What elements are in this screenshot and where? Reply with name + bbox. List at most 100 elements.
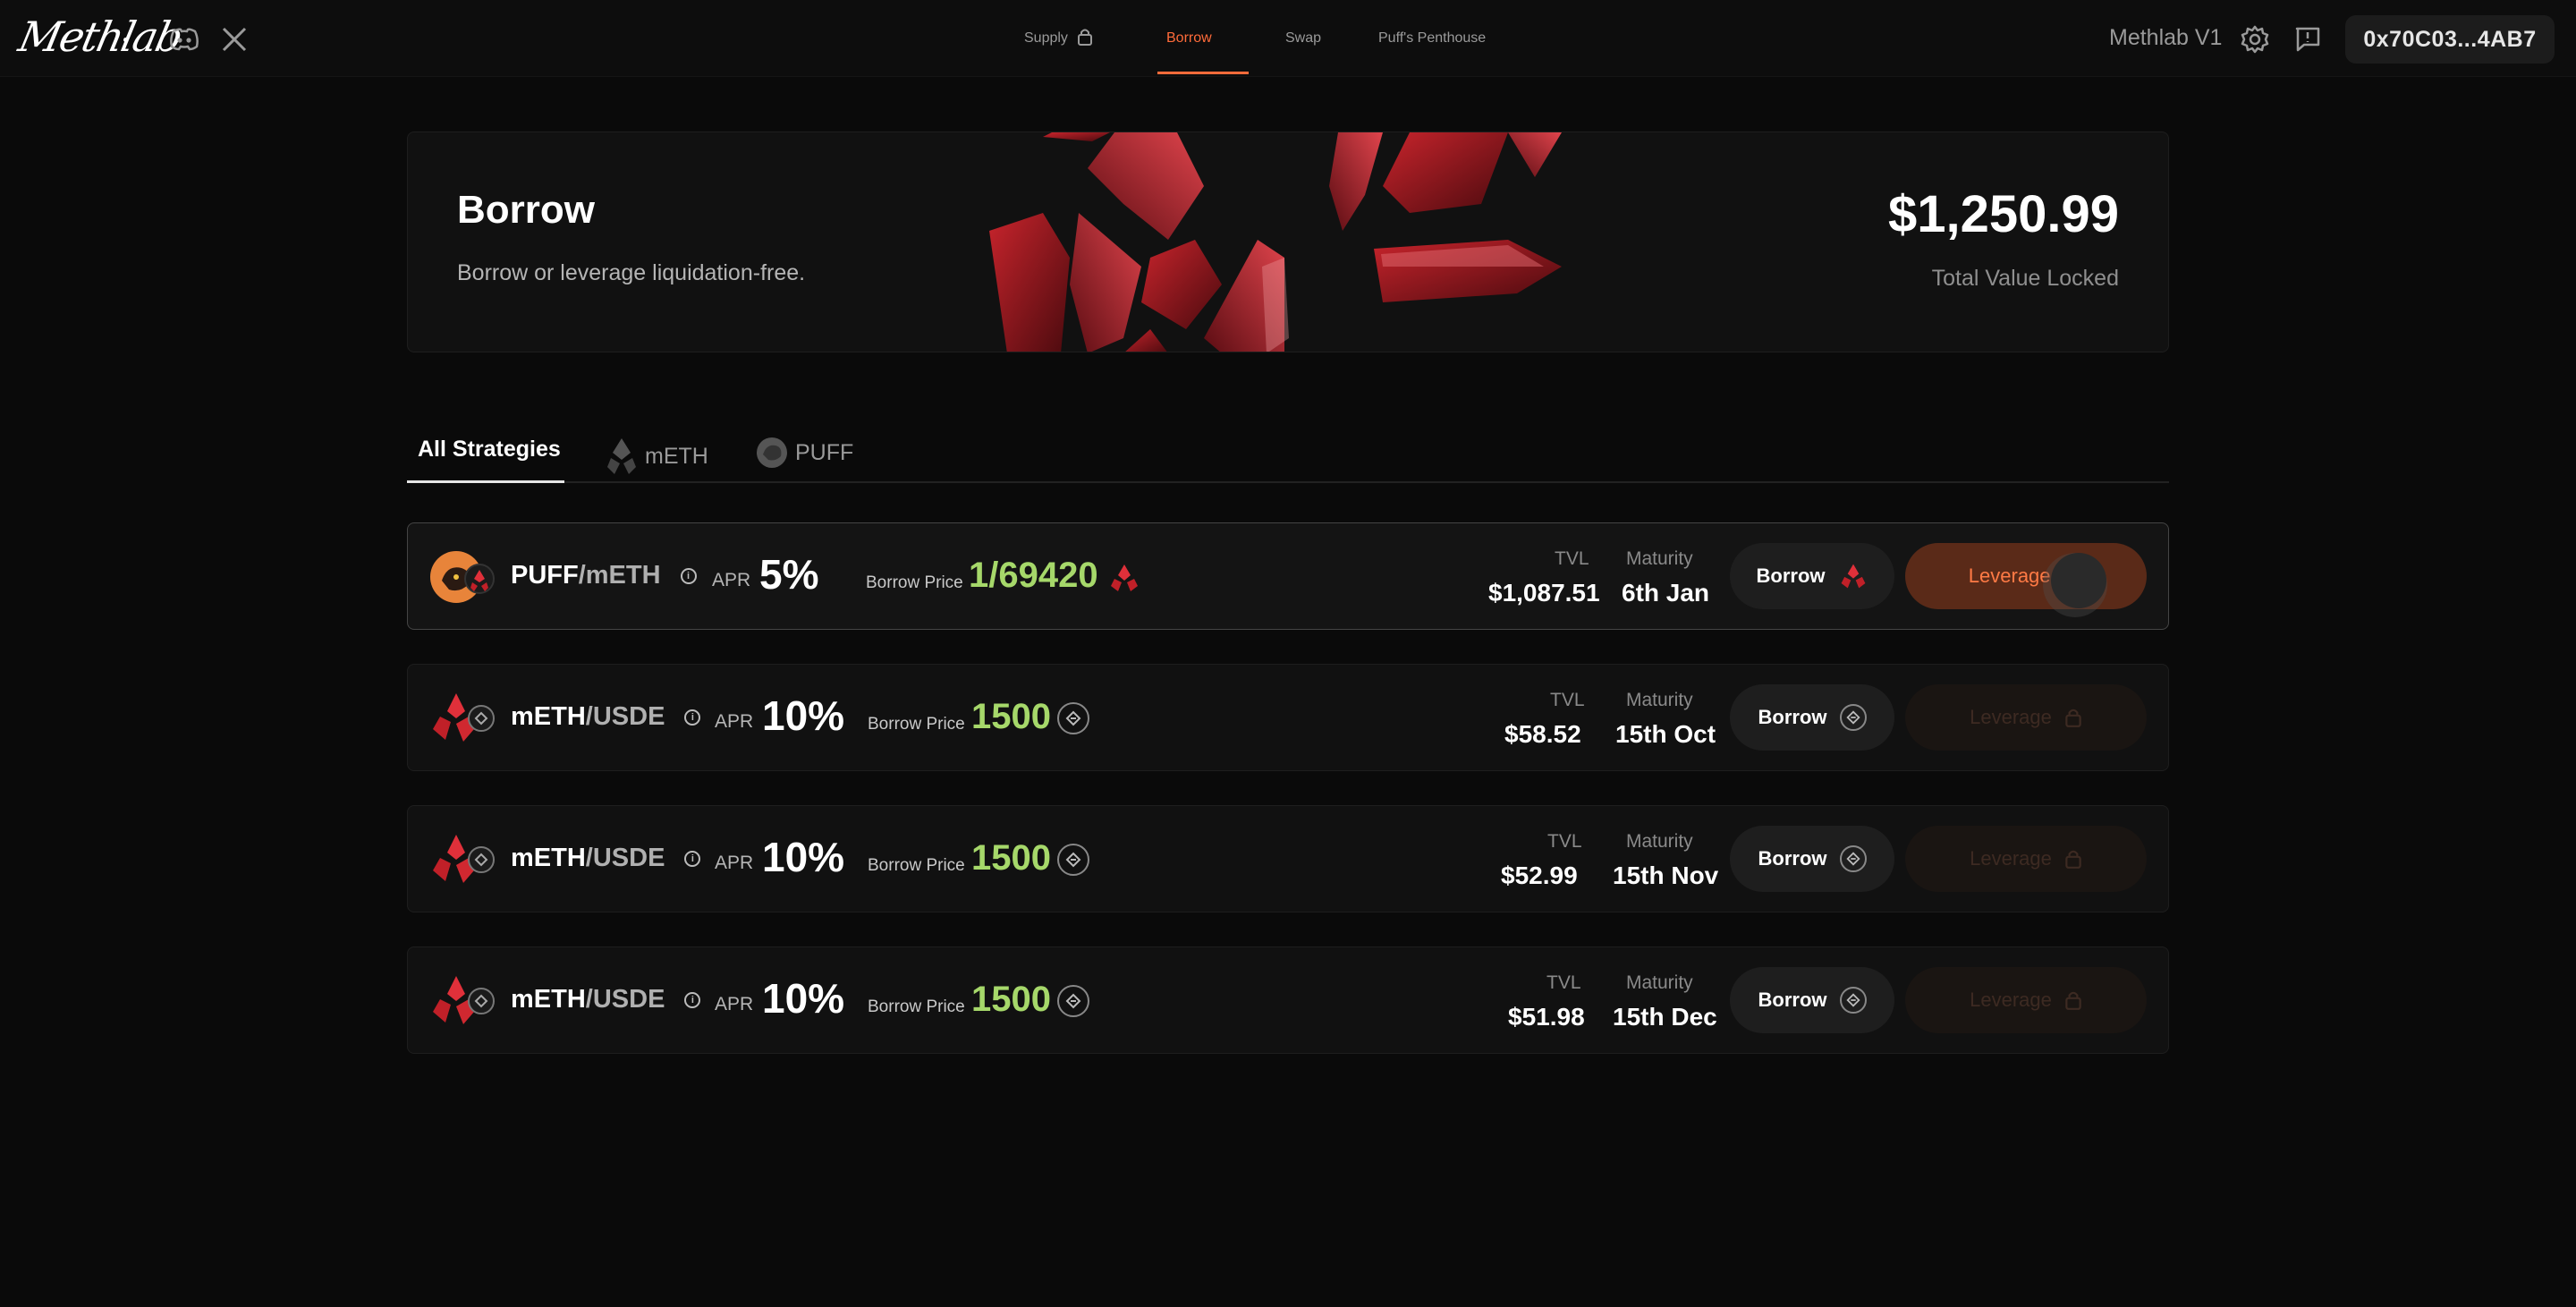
borrow-button-label: Borrow: [1756, 564, 1826, 587]
meth-icon: [1111, 564, 1138, 591]
nav-active-indicator: [1157, 72, 1249, 74]
lock-icon: [2065, 991, 2081, 1010]
pair-name: mETH/USDE i: [511, 844, 701, 873]
usde-icon: [1839, 704, 1867, 731]
info-icon[interactable]: i: [684, 991, 701, 1008]
tab-active-indicator: [407, 480, 564, 483]
info-icon[interactable]: i: [680, 567, 697, 584]
borrow-button[interactable]: Borrow: [1730, 684, 1894, 751]
lock-icon: [2065, 709, 2081, 727]
maturity-label: Maturity: [1626, 972, 1693, 993]
tab-all-strategies[interactable]: All Strategies: [418, 437, 561, 463]
strategy-row[interactable]: mETH/USDE i APR 10% Borrow Price 1500 TV…: [407, 946, 2169, 1054]
meth-icon: [1841, 564, 1865, 589]
maturity-value: 6th Jan: [1622, 579, 1710, 607]
nav-supply-label: Supply: [1024, 30, 1068, 46]
borrow-price-value: 1500: [971, 838, 1051, 878]
leverage-button[interactable]: Leverage 2.6: [1905, 543, 2147, 609]
pair-icon-meth-usde: [433, 976, 495, 1024]
tab-meth-label: mETH: [645, 443, 708, 469]
leverage-button[interactable]: Leverage: [1905, 967, 2147, 1033]
pair-icon-meth-usde: [433, 835, 495, 883]
maturity-value: 15th Nov: [1613, 861, 1719, 889]
borrow-button-label: Borrow: [1758, 989, 1827, 1011]
strategy-row[interactable]: mETH/USDE i APR 10% Borrow Price 1500 TV…: [407, 664, 2169, 771]
info-icon[interactable]: i: [684, 850, 701, 867]
borrow-price-value: 1500: [971, 980, 1051, 1019]
hero-card: Borrow Borrow or leverage liquidation-fr…: [407, 132, 2169, 352]
tvl-value: $1,087.51: [1488, 579, 1600, 607]
apr-label: APR: [715, 994, 754, 1014]
leverage-button[interactable]: Leverage: [1905, 826, 2147, 892]
nav-borrow[interactable]: Borrow: [1166, 0, 1212, 77]
borrow-button[interactable]: Borrow: [1730, 967, 1894, 1033]
apr-value: 10%: [762, 975, 845, 1022]
strategy-row[interactable]: mETH/USDE i APR 10% Borrow Price 1500 TV…: [407, 805, 2169, 912]
puff-icon: [757, 437, 787, 468]
apr-value: 10%: [762, 692, 845, 739]
meth-icon: [607, 438, 636, 474]
pair-icon-puff-meth: [430, 551, 495, 603]
tab-meth[interactable]: mETH: [606, 437, 708, 476]
tab-puff-label: PUFF: [795, 439, 854, 465]
borrow-price-value: 1/69420: [969, 556, 1098, 595]
usde-icon: [1839, 845, 1867, 872]
apr-label: APR: [712, 570, 751, 590]
pair-name: mETH/USDE i: [511, 702, 701, 732]
maturity-value: 15th Dec: [1613, 1003, 1717, 1031]
nav-swap[interactable]: Swap: [1285, 0, 1321, 77]
apr-value: 10%: [762, 834, 845, 880]
wallet-button[interactable]: 0x70C03...4AB7: [2345, 15, 2555, 64]
usde-icon: [1057, 985, 1091, 1019]
pair-base: mETH: [511, 844, 586, 872]
nav-borrow-label: Borrow: [1166, 30, 1212, 46]
nav-swap-label: Swap: [1285, 30, 1322, 46]
usde-icon: [1057, 702, 1091, 736]
maturity-label: Maturity: [1626, 548, 1693, 569]
pair-quote: /USDE: [585, 702, 665, 731]
maturity-value: 15th Oct: [1615, 720, 1716, 748]
nav-puffs-penthouse[interactable]: Puff's Penthouse: [1378, 0, 1486, 77]
gear-icon[interactable]: [2237, 21, 2273, 57]
leverage-button-label: Leverage: [1970, 989, 2052, 1011]
tvl-label: TVL: [1550, 690, 1585, 710]
borrow-price-label: Borrow Price: [868, 997, 965, 1016]
pair-icon-meth-usde: [433, 693, 495, 742]
pair-base: mETH: [511, 702, 586, 731]
top-bar: Methlab Supply Borrow Swap Puff's Pentho…: [0, 0, 2576, 77]
info-icon[interactable]: i: [684, 709, 701, 726]
pair-quote: /mETH: [578, 561, 661, 590]
lock-icon: [1077, 27, 1093, 51]
version-selector[interactable]: Methlab V1: [2109, 25, 2222, 51]
feedback-icon[interactable]: [2290, 21, 2326, 57]
x-icon[interactable]: [216, 21, 252, 57]
tvl-amount: $1,250.99: [1887, 185, 2119, 243]
pair-name: mETH/USDE i: [511, 985, 701, 1014]
leverage-button[interactable]: Leverage: [1905, 684, 2147, 751]
nav-puffs-penthouse-label: Puff's Penthouse: [1378, 30, 1487, 46]
tvl-label: TVL: [1546, 972, 1581, 993]
methlab-logo[interactable]: Methlab: [14, 13, 186, 61]
discord-icon[interactable]: [166, 21, 202, 57]
apr-label: APR: [715, 853, 754, 873]
tvl-label: TVL: [1555, 548, 1589, 569]
nav-supply[interactable]: Supply: [1024, 0, 1093, 77]
borrow-button[interactable]: Borrow: [1730, 826, 1894, 892]
tvl-value: $51.98: [1508, 1003, 1585, 1031]
pair-name: PUFF/mETH i: [511, 561, 697, 590]
page-title: Borrow: [457, 188, 595, 232]
borrow-price-label: Borrow Price: [866, 573, 963, 592]
leverage-button-label: Leverage: [1970, 706, 2052, 728]
tvl-label: TVL: [1547, 831, 1582, 852]
apr-label: APR: [715, 711, 754, 732]
usde-icon: [1839, 987, 1867, 1014]
borrow-price-label: Borrow Price: [868, 856, 965, 875]
leverage-button-label: Leverage: [1970, 847, 2052, 870]
borrow-button[interactable]: Borrow: [1730, 543, 1894, 609]
pair-base: PUFF: [511, 561, 579, 590]
strategy-row[interactable]: PUFF/mETH i APR 5% Borrow Price 1/69420 …: [407, 522, 2169, 630]
strategy-tabs: All Strategies mETH PUFF: [407, 420, 2169, 483]
apr-value: 5%: [759, 551, 819, 598]
tab-puff[interactable]: PUFF: [756, 437, 853, 469]
usde-icon: [1057, 844, 1091, 878]
